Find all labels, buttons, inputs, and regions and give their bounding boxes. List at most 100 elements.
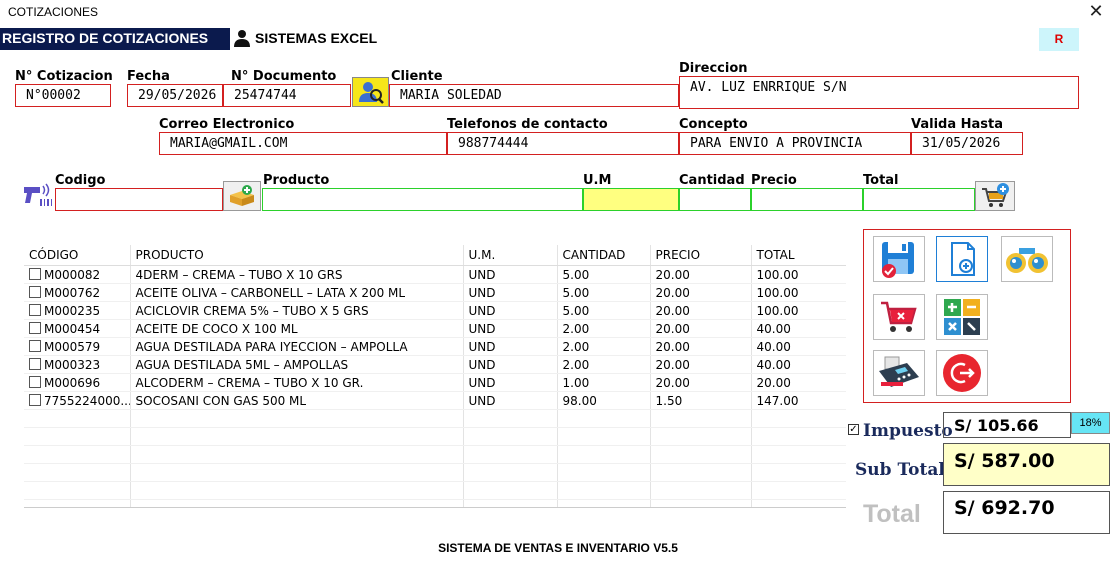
table-row[interactable] <box>24 427 846 446</box>
total-input[interactable] <box>863 188 975 211</box>
concepto-label: Concepto <box>679 117 748 132</box>
table-row[interactable]: M000235 ACICLOVIR CREMA 5% – TUBO X 5 GRS… <box>24 301 846 320</box>
table-cell: 7755224000... <box>24 391 131 410</box>
clear-cart-button[interactable] <box>873 294 925 340</box>
table-row[interactable]: M000762 ACEITE OLIVA – CARBONELL – LATA X… <box>24 283 846 302</box>
table-cell <box>751 427 846 446</box>
row-checkbox[interactable] <box>29 267 41 280</box>
column-header[interactable]: CÓDIGO <box>24 245 131 266</box>
table-row[interactable]: M000082 4DERM – CREMA – TUBO X 10 GRS UND 5… <box>24 265 846 284</box>
table-cell: UND <box>463 265 558 284</box>
row-checkbox[interactable] <box>29 321 41 334</box>
concepto-field[interactable]: PARA ENVIO A PROVINCIA <box>679 132 911 155</box>
table-cell <box>650 481 752 500</box>
documento-field[interactable]: 25474744 <box>223 84 351 107</box>
table-cell <box>24 445 131 464</box>
table-cell <box>557 409 651 428</box>
table-cell: M000235 <box>24 301 131 320</box>
table-cell <box>463 427 558 446</box>
table-cell: 100.00 <box>751 301 846 320</box>
brand-name: SISTEMAS EXCEL <box>255 30 378 46</box>
impuesto-rate[interactable]: 18% <box>1071 412 1110 434</box>
table-cell <box>650 499 752 507</box>
cell-text: M000235 <box>44 303 101 318</box>
telefono-field[interactable]: 988774444 <box>447 132 679 155</box>
new-document-button[interactable] <box>936 236 988 282</box>
window-title: COTIZACIONES <box>8 5 99 19</box>
row-checkbox[interactable] <box>29 303 41 316</box>
precio-input[interactable] <box>751 188 863 211</box>
cliente-field[interactable]: MARIA SOLEDAD <box>389 84 679 107</box>
table-cell <box>751 481 846 500</box>
column-header[interactable]: TOTAL <box>751 245 846 266</box>
column-header[interactable]: PRECIO <box>650 245 752 266</box>
cotizacion-field[interactable]: N°00002 <box>15 84 111 107</box>
exit-button[interactable] <box>936 350 988 396</box>
table-cell: 20.00 <box>650 373 752 392</box>
impuesto-checkbox[interactable]: ✓ <box>848 424 859 435</box>
correo-label: Correo Electronico <box>159 117 295 132</box>
table-cell <box>463 445 558 464</box>
table-cell: 20.00 <box>650 301 752 320</box>
table-cell <box>650 463 752 482</box>
table-cell <box>557 427 651 446</box>
table-cell <box>130 445 464 464</box>
valida-field[interactable]: 31/05/2026 <box>911 132 1023 155</box>
table-cell: 20.00 <box>650 319 752 338</box>
column-header[interactable]: PRODUCTO <box>130 245 464 266</box>
r-button[interactable]: R <box>1039 28 1079 51</box>
table-cell: UND <box>463 319 558 338</box>
table-row[interactable]: M000454 ACEITE DE COCO X 100 ML UND 2.00 20.… <box>24 319 846 338</box>
table-cell <box>130 481 464 500</box>
row-checkbox[interactable] <box>29 375 41 388</box>
cell-text: M000762 <box>44 285 101 300</box>
correo-field[interactable]: MARIA@GMAIL.COM <box>159 132 447 155</box>
search-client-button[interactable] <box>352 77 389 107</box>
cell-text: M000082 <box>44 267 101 282</box>
table-row[interactable]: M000323 AGUA DESTILADA 5ML – AMPOLLAS UND 2… <box>24 355 846 374</box>
row-checkbox[interactable] <box>29 357 41 370</box>
table-row[interactable] <box>24 499 846 507</box>
column-header[interactable]: U.M. <box>463 245 558 266</box>
table-cell <box>557 445 651 464</box>
cart-remove-icon <box>881 301 917 332</box>
cantidad-input[interactable] <box>679 188 751 211</box>
binoculars-icon <box>1006 248 1048 273</box>
table-cell: UND <box>463 373 558 392</box>
add-product-button[interactable] <box>223 181 261 211</box>
table-cell: 40.00 <box>751 319 846 338</box>
payment-button[interactable] <box>873 350 925 396</box>
row-checkbox[interactable] <box>29 339 41 352</box>
column-header[interactable]: CANTIDAD <box>557 245 651 266</box>
close-icon[interactable]: ✕ <box>1086 1 1106 22</box>
table-cell <box>463 499 558 507</box>
save-button[interactable] <box>873 236 925 282</box>
table-cell: 2.00 <box>557 355 651 374</box>
um-input[interactable] <box>583 188 679 211</box>
table-row[interactable]: 7755224000... SOCOSANI CON GAS 500 ML UND 9… <box>24 391 846 410</box>
table-row[interactable]: M000696 ALCODERM – CREMA – TUBO X 10 GR. U… <box>24 373 846 392</box>
table-cell: M000762 <box>24 283 131 302</box>
documento-label: N° Documento <box>231 69 337 84</box>
search-button[interactable] <box>1001 236 1053 282</box>
table-cell: 20.00 <box>650 337 752 356</box>
row-checkbox[interactable] <box>29 285 41 298</box>
table-row[interactable]: M000579 AGUA DESTILADA PARA IYECCION – AM… <box>24 337 846 356</box>
calculator-button[interactable] <box>936 294 988 340</box>
row-checkbox[interactable] <box>29 393 41 406</box>
fecha-field[interactable]: 29/05/2026 <box>127 84 223 107</box>
items-table[interactable]: CÓDIGO PRODUCTO U.M. CANTIDAD PRECIO TOTAL M0… <box>24 245 846 508</box>
table-row[interactable] <box>24 463 846 482</box>
table-cell: UND <box>463 355 558 374</box>
direccion-field[interactable]: AV. LUZ ENRRIQUE S/N <box>679 76 1079 109</box>
producto-input[interactable] <box>262 188 583 211</box>
add-to-cart-button[interactable] <box>975 181 1015 211</box>
brand: SISTEMAS EXCEL <box>234 29 377 47</box>
table-row[interactable] <box>24 445 846 464</box>
table-cell: 40.00 <box>751 355 846 374</box>
add-cart-icon <box>982 183 1009 207</box>
table-row[interactable] <box>24 409 846 428</box>
codigo-input[interactable] <box>55 188 223 211</box>
table-row[interactable] <box>24 481 846 500</box>
table-cell: M000454 <box>24 319 131 338</box>
